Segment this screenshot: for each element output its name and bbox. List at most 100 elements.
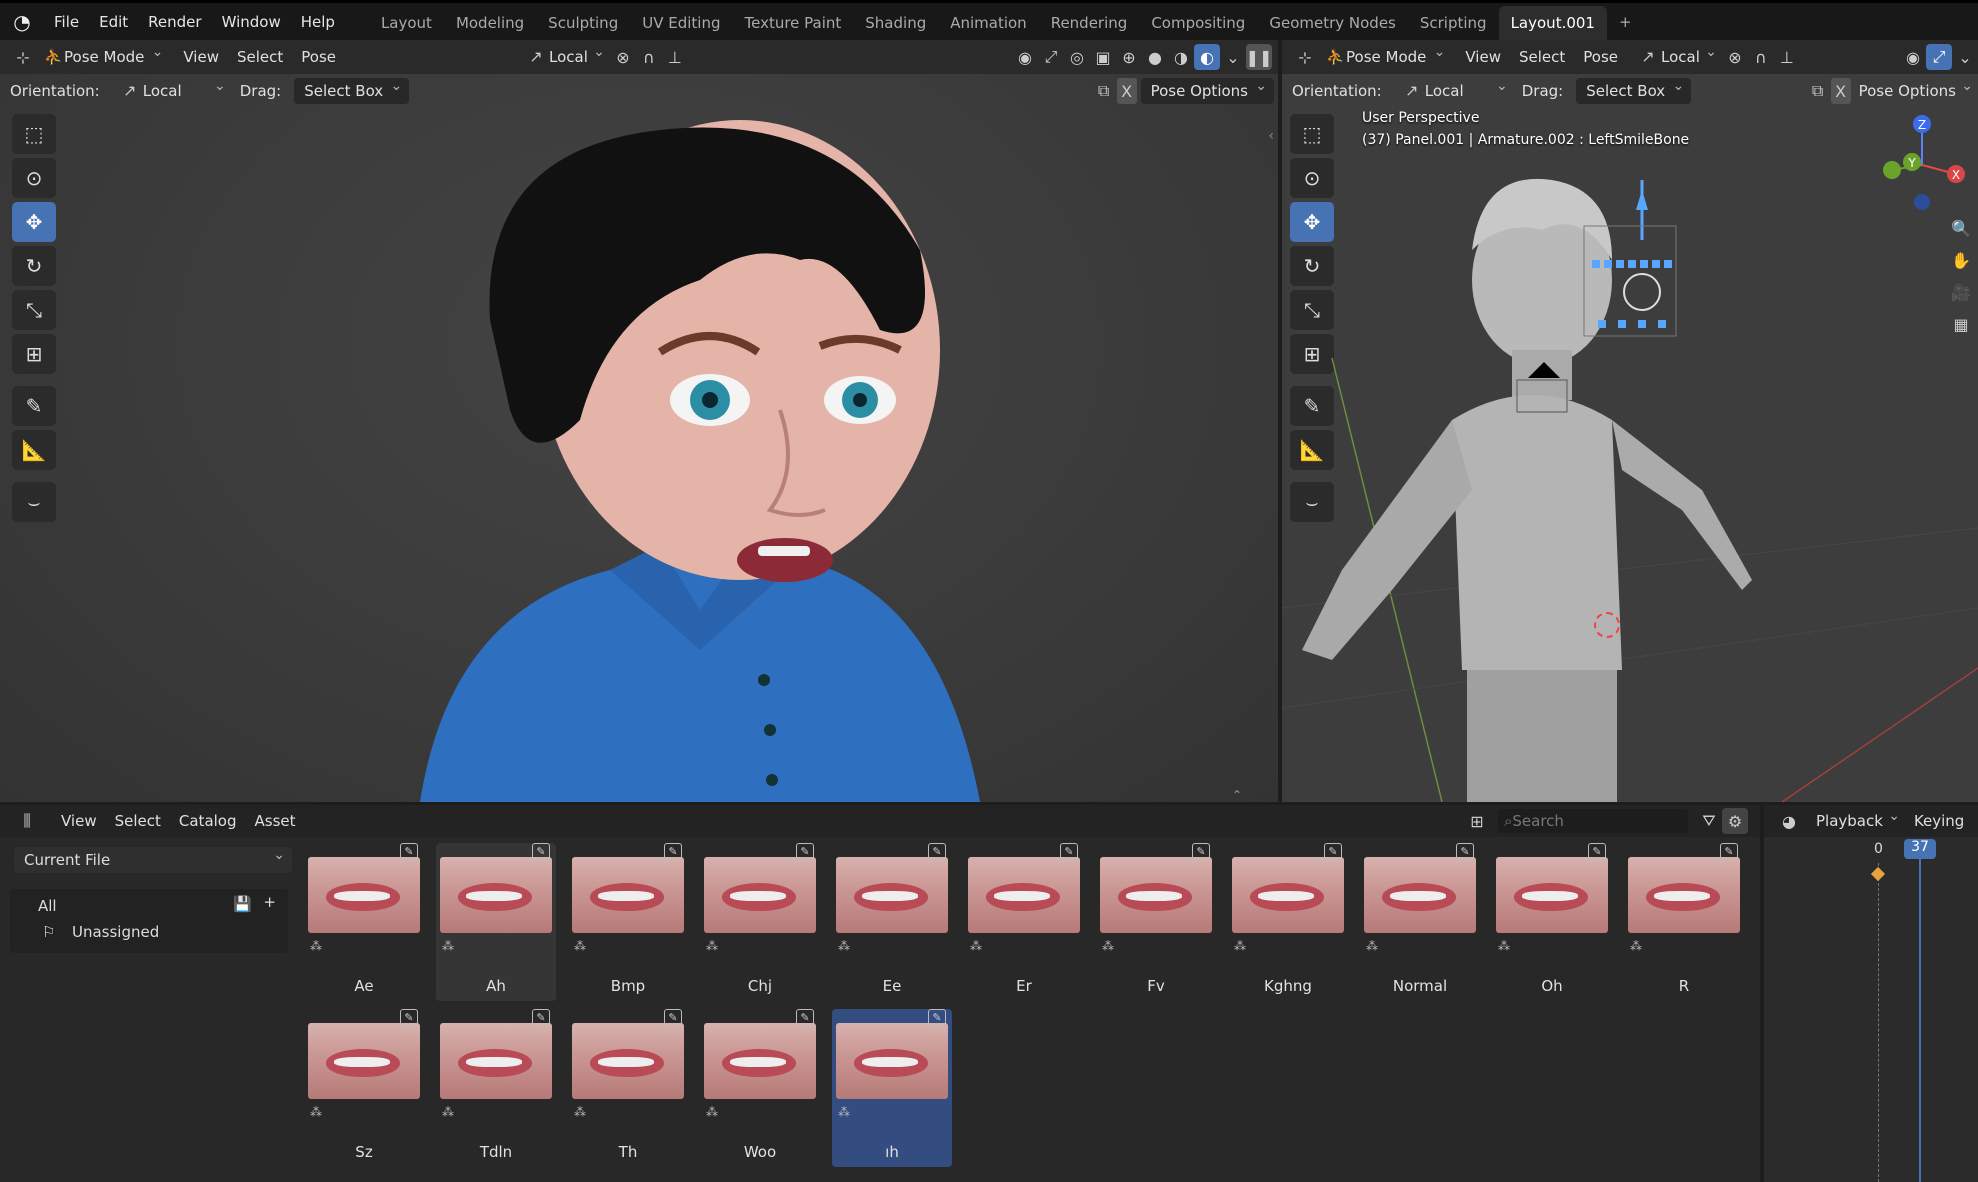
pose-options-dropdown[interactable]: Pose Options (1140, 73, 1274, 104)
workspace-tab-layout[interactable]: Layout (369, 6, 444, 40)
menu-render[interactable]: Render (138, 4, 211, 40)
workspace-tab-layout-001[interactable]: Layout.001 (1498, 5, 1607, 40)
library-dropdown[interactable]: Current File (14, 842, 292, 873)
annotate-tool-icon[interactable]: ✎ (12, 386, 56, 426)
menu-view[interactable]: View (1456, 43, 1510, 71)
edit-asset-icon[interactable]: ✎ (928, 843, 946, 861)
menu-help[interactable]: Help (291, 4, 345, 40)
keying-menu[interactable]: Keying (1905, 807, 1973, 835)
workspace-tab-scripting[interactable]: Scripting (1408, 6, 1499, 40)
settings-gear-icon[interactable]: ⚙ (1722, 808, 1748, 834)
gizmo-icon[interactable]: ⤢ (1926, 44, 1952, 70)
edit-asset-icon[interactable]: ✎ (664, 1009, 682, 1027)
display-mode-icon[interactable]: ⊞ (1464, 808, 1490, 834)
edit-asset-icon[interactable]: ✎ (1588, 843, 1606, 861)
workspace-tab-shading[interactable]: Shading (853, 6, 938, 40)
edit-asset-icon[interactable]: ✎ (1060, 843, 1078, 861)
workspace-tab-texture-paint[interactable]: Texture Paint (732, 6, 853, 40)
mode-dropdown[interactable]: ⛹ Pose Mode (40, 40, 170, 70)
edit-asset-icon[interactable]: ✎ (400, 843, 418, 861)
move-tool-icon[interactable]: ✥ (12, 202, 56, 242)
blender-logo-icon[interactable]: ◔ (0, 4, 44, 40)
edit-asset-icon[interactable]: ✎ (796, 1009, 814, 1027)
pivot-icon[interactable]: ⊗ (610, 44, 636, 70)
filter-icon[interactable]: ⛛ (1696, 808, 1722, 834)
sidebar-toggle-icon[interactable]: ‹ (1268, 128, 1274, 144)
select-box-tool-icon[interactable]: ⬚ (12, 114, 56, 154)
workspace-tab-rendering[interactable]: Rendering (1039, 6, 1140, 40)
editor-type-icon[interactable]: ⊹ (1292, 44, 1318, 70)
asset-item[interactable]: ✎ ⁂ Kghng (1228, 843, 1348, 1001)
editor-type-icon[interactable]: ⊹ (10, 44, 36, 70)
shading-options-icon[interactable]: ⌄ (1220, 44, 1246, 70)
snap-icon[interactable]: ∩ (1748, 44, 1774, 70)
edit-asset-icon[interactable]: ✎ (400, 1009, 418, 1027)
right-3d-viewport[interactable]: ⊹ ⛹Pose Mode View Select Pose ↗ Local ⊗ ∩… (1282, 40, 1978, 802)
pan-hand-icon[interactable]: ✋ (1948, 247, 1974, 273)
asset-item[interactable]: ✎ ⁂ Th (568, 1009, 688, 1167)
menu-pose[interactable]: Pose (1574, 43, 1627, 71)
menu-view[interactable]: View (174, 43, 228, 71)
snap-icon[interactable]: ∩ (636, 44, 662, 70)
playback-menu[interactable]: Playback (1808, 803, 1905, 834)
add-workspace-button[interactable]: + (1607, 5, 1644, 39)
gizmo-icon[interactable]: ⤢ (1038, 44, 1064, 70)
asset-item[interactable]: ✎ ⁂ Sz (304, 1009, 424, 1167)
pause-render-icon[interactable]: ❚❚ (1246, 44, 1272, 70)
rendered-shading-icon[interactable]: ◐ (1194, 44, 1220, 70)
menu-window[interactable]: Window (212, 4, 291, 40)
pivot-icon[interactable]: ⊗ (1722, 44, 1748, 70)
add-catalog-icon[interactable]: + (263, 893, 276, 911)
asset-item[interactable]: ✎ ⁂ Normal (1360, 843, 1480, 1001)
edit-asset-icon[interactable]: ✎ (1324, 843, 1342, 861)
current-frame-indicator[interactable]: 37 (1904, 839, 1936, 859)
catalog-all[interactable]: All (38, 897, 57, 915)
timeline-editor-icon[interactable]: ◕ (1776, 808, 1802, 834)
workspace-tab-sculpting[interactable]: Sculpting (536, 6, 630, 40)
menu-pose[interactable]: Pose (292, 43, 345, 71)
asset-item[interactable]: ✎ ⁂ ıh (832, 1009, 952, 1167)
drag-dropdown[interactable]: Select Box (1576, 73, 1692, 104)
playhead-line[interactable] (1919, 859, 1921, 1182)
menu-edit[interactable]: Edit (89, 4, 138, 40)
workspace-tab-modeling[interactable]: Modeling (444, 6, 536, 40)
edit-asset-icon[interactable]: ✎ (1720, 843, 1738, 861)
snap-target-icon[interactable]: ⊥ (1774, 44, 1800, 70)
asset-item[interactable]: ✎ ⁂ Woo (700, 1009, 820, 1167)
navigation-gizmo[interactable]: Z X Y (1872, 110, 1972, 220)
transform-orientation-dropdown[interactable]: ↗ Local (515, 40, 610, 70)
scale-tool-icon[interactable]: ⤡ (12, 290, 56, 330)
workspace-tab-uv-editing[interactable]: UV Editing (630, 6, 732, 40)
menu-select[interactable]: Select (1510, 43, 1574, 71)
visibility-icon[interactable]: ◉ (1900, 44, 1926, 70)
catalog-unassigned[interactable]: Unassigned (72, 923, 159, 941)
snap-target-icon[interactable]: ⊥ (662, 44, 688, 70)
asset-item[interactable]: ✎ ⁂ Fv (1096, 843, 1216, 1001)
measure-tool-icon[interactable]: 📐 (12, 430, 56, 470)
asset-item[interactable]: ✎ ⁂ Er (964, 843, 1084, 1001)
keyframe-icon[interactable] (1870, 866, 1886, 882)
asset-item[interactable]: ✎ ⁂ Ee (832, 843, 952, 1001)
asset-browser-editor-icon[interactable]: ⫼ (14, 808, 40, 834)
edit-asset-icon[interactable]: ✎ (1456, 843, 1474, 861)
workspace-tab-animation[interactable]: Animation (938, 6, 1038, 40)
orientation-dropdown[interactable]: ↗ Local (1391, 73, 1513, 104)
asset-item[interactable]: ✎ ⁂ Bmp (568, 843, 688, 1001)
overlay-icon[interactable]: ◎ (1064, 44, 1090, 70)
menu-file[interactable]: File (44, 4, 89, 40)
pose-options-dropdown[interactable]: Pose Options (1851, 73, 1978, 104)
edit-asset-icon[interactable]: ✎ (928, 1009, 946, 1027)
transform-tool-icon[interactable]: ⊞ (12, 334, 56, 374)
edit-asset-icon[interactable]: ✎ (664, 843, 682, 861)
left-3d-viewport[interactable]: ⊹ ⛹Pose Mode View Select Pose ↗ Local ⊗ ∩… (0, 40, 1278, 802)
save-catalog-icon[interactable]: 💾 (233, 895, 252, 913)
gizmo-options-icon[interactable]: ⌄ (1952, 44, 1978, 70)
asset-item[interactable]: ✎ ⁂ Ae (304, 843, 424, 1001)
visibility-icon[interactable]: ◉ (1012, 44, 1038, 70)
perspective-toggle-icon[interactable]: ▦ (1948, 311, 1974, 337)
orientation-dropdown[interactable]: ↗ Local (109, 73, 231, 104)
asset-search-input[interactable]: ⌕ Search (1498, 809, 1688, 833)
edit-asset-icon[interactable]: ✎ (532, 843, 550, 861)
asset-menu-view[interactable]: View (52, 807, 106, 835)
wireframe-shading-icon[interactable]: ⊕ (1116, 44, 1142, 70)
